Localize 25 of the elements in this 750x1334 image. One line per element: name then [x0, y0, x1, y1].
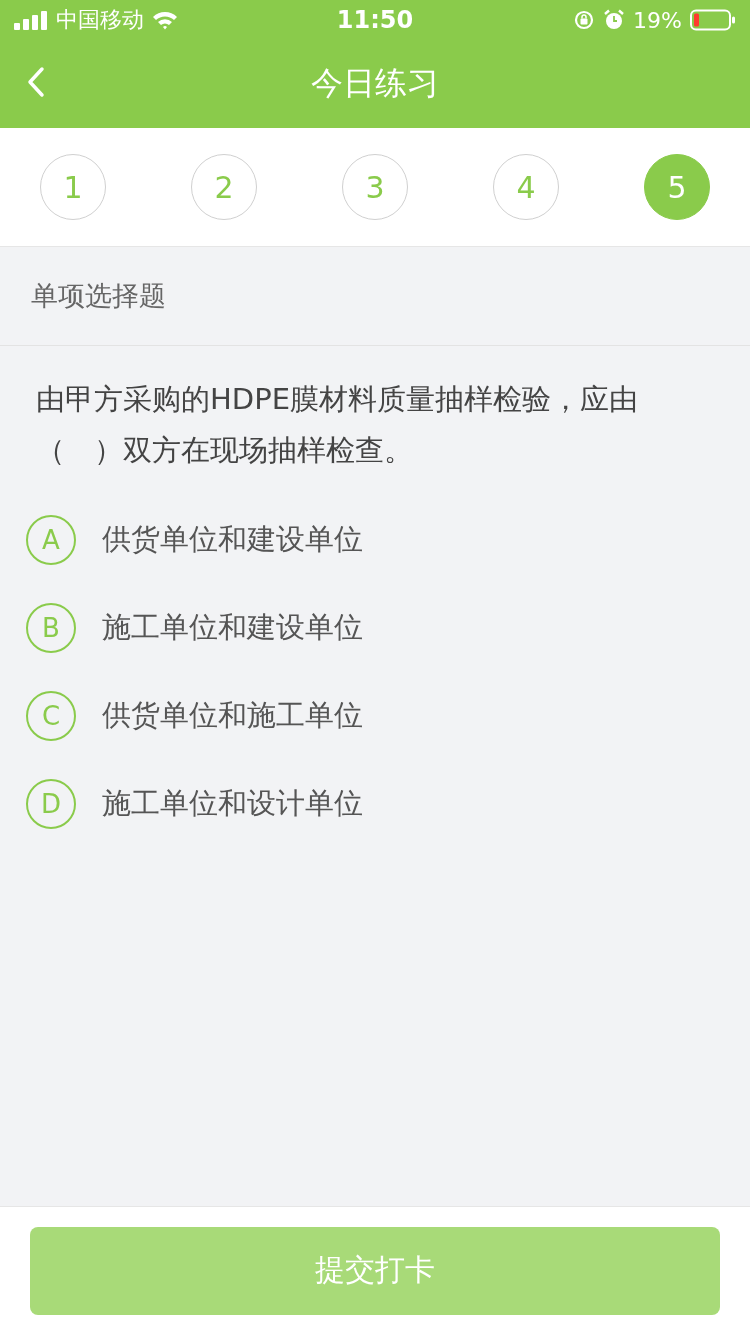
wifi-icon	[152, 10, 178, 30]
option-radio[interactable]: B	[26, 603, 76, 653]
option-radio[interactable]: C	[26, 691, 76, 741]
question-number-tab[interactable]: 5	[644, 154, 710, 220]
option-radio[interactable]: A	[26, 515, 76, 565]
question-number-tab[interactable]: 1	[40, 154, 106, 220]
carrier-name: 中国移动	[56, 6, 144, 34]
question-number-tab[interactable]: 4	[493, 154, 559, 220]
option-text[interactable]: 施工单位和设计单位	[102, 784, 363, 824]
alarm-icon	[603, 9, 626, 31]
option-text[interactable]: 供货单位和施工单位	[102, 696, 363, 736]
battery-icon	[690, 9, 736, 31]
battery-percent: 19%	[633, 7, 682, 33]
option-radio[interactable]: D	[26, 779, 76, 829]
page-title: 今日练习	[311, 63, 439, 104]
back-button[interactable]	[26, 66, 46, 100]
rotation-lock-icon	[573, 9, 596, 31]
option-text[interactable]: 施工单位和建设单位	[102, 608, 363, 648]
status-time: 11:50	[336, 6, 414, 34]
question-number-tab[interactable]: 2	[191, 154, 257, 220]
question-type: 单项选择题	[0, 247, 750, 346]
question-number-tab[interactable]: 3	[342, 154, 408, 220]
signal-icon	[14, 10, 48, 30]
question-text: 由甲方采购的HDPE膜材料质量抽样检验，应由（ ）双方在现场抽样检查。	[35, 381, 639, 469]
option-text[interactable]: 供货单位和建设单位	[102, 520, 363, 560]
